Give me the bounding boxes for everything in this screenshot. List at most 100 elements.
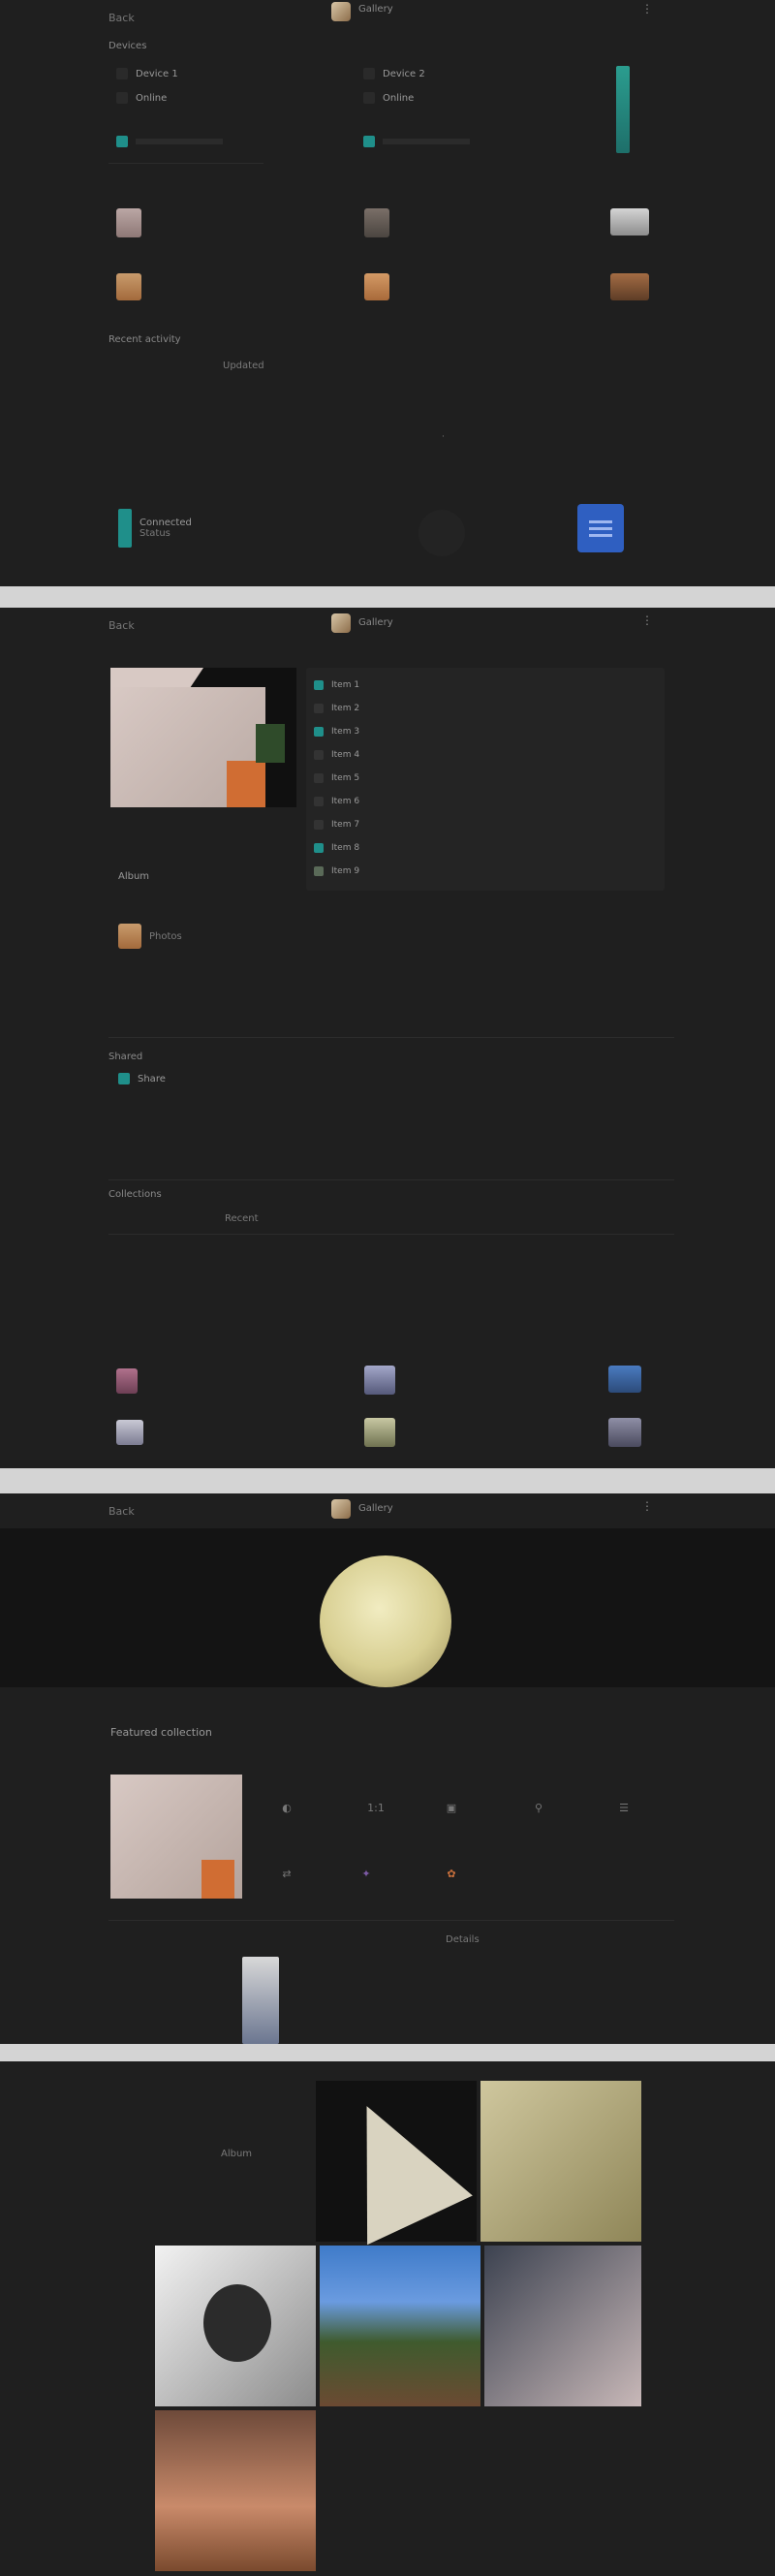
list-item[interactable]: Item 5 bbox=[306, 767, 665, 790]
details-label[interactable]: Details bbox=[446, 1934, 480, 1945]
list-button[interactable] bbox=[577, 504, 624, 552]
collections-label: Collections bbox=[108, 1189, 162, 1200]
list-icon bbox=[589, 526, 612, 530]
thumbnail[interactable] bbox=[364, 1418, 395, 1447]
device-icon bbox=[363, 68, 375, 79]
device-row-2[interactable]: Device 2 bbox=[363, 68, 425, 79]
thumbnail[interactable] bbox=[116, 1368, 138, 1394]
ratio-icon[interactable]: 1:1 bbox=[356, 1802, 395, 1815]
share-label: Share bbox=[138, 1073, 166, 1084]
thumbnail[interactable] bbox=[364, 273, 389, 300]
sparkle-icon[interactable]: ✦ bbox=[356, 1868, 376, 1881]
thumbnail[interactable] bbox=[608, 1366, 641, 1393]
device-row-1[interactable]: Device 1 bbox=[116, 68, 178, 79]
thumbnail[interactable] bbox=[116, 208, 141, 237]
thumbnail[interactable] bbox=[364, 208, 389, 237]
device-sub: Online bbox=[383, 92, 415, 104]
top-bar: Back Gallery ⋮ bbox=[0, 0, 775, 35]
list-item[interactable]: Item 1 bbox=[306, 674, 665, 697]
collection-heading: Featured collection bbox=[110, 1726, 212, 1739]
album-thumb bbox=[118, 924, 141, 949]
contrast-icon[interactable]: ◐ bbox=[277, 1802, 296, 1815]
collections-sub: Recent bbox=[225, 1213, 259, 1224]
cover-green bbox=[256, 724, 285, 763]
divider bbox=[108, 163, 264, 164]
list-item[interactable]: Item 3 bbox=[306, 720, 665, 743]
item-label: Item 6 bbox=[331, 797, 360, 806]
level-bar bbox=[616, 66, 630, 153]
connected-sub: Status bbox=[140, 528, 170, 539]
footer-sub: Updated bbox=[223, 361, 264, 371]
top-bar: Back Gallery ⋮ bbox=[0, 608, 775, 643]
item-icon bbox=[314, 750, 324, 760]
item-label: Item 2 bbox=[331, 704, 360, 713]
list-item[interactable]: Item 2 bbox=[306, 697, 665, 720]
list-item[interactable]: Item 8 bbox=[306, 836, 665, 860]
back-button[interactable]: Back bbox=[108, 12, 135, 24]
album-row[interactable]: Photos bbox=[118, 924, 182, 949]
photo-tile[interactable] bbox=[484, 2246, 641, 2406]
app-icon bbox=[331, 2, 351, 21]
divider bbox=[108, 1037, 674, 1038]
device-label: Device 2 bbox=[383, 68, 425, 79]
thumbnail[interactable] bbox=[116, 1420, 143, 1445]
item-label: Item 9 bbox=[331, 866, 360, 876]
list-item[interactable]: Item 4 bbox=[306, 743, 665, 767]
thumbnail[interactable] bbox=[608, 1418, 641, 1447]
swap-icon[interactable]: ⇄ bbox=[277, 1868, 296, 1881]
section-label: Devices bbox=[108, 41, 147, 51]
photo-tile[interactable] bbox=[480, 2081, 641, 2242]
status-bar bbox=[136, 139, 223, 144]
item-label: Item 8 bbox=[331, 843, 360, 853]
list-item[interactable]: Item 9 bbox=[306, 860, 665, 883]
thumbnail[interactable] bbox=[364, 1366, 395, 1395]
thumbnail[interactable] bbox=[610, 208, 649, 236]
thumbnail[interactable] bbox=[610, 273, 649, 300]
item-label: Item 1 bbox=[331, 680, 360, 690]
list-item[interactable]: Item 6 bbox=[306, 790, 665, 813]
device-row-1c bbox=[116, 136, 223, 147]
item-icon bbox=[314, 680, 324, 690]
preview-image[interactable] bbox=[242, 1957, 279, 2044]
divider bbox=[108, 1234, 674, 1235]
screen-2: Back Gallery ⋮ Album Photos Item 1 Item … bbox=[0, 608, 775, 1468]
item-label: Item 4 bbox=[331, 750, 360, 760]
photo-tile[interactable] bbox=[320, 2246, 480, 2406]
album-cover[interactable] bbox=[110, 668, 296, 807]
menu-icon[interactable]: ⋮ bbox=[641, 2, 659, 17]
menu-icon[interactable]: ⋮ bbox=[641, 613, 659, 629]
device-row-2b: Online bbox=[363, 92, 414, 104]
photo-tile[interactable] bbox=[155, 2246, 316, 2406]
app-title: Gallery bbox=[358, 617, 393, 628]
item-icon bbox=[314, 843, 324, 853]
item-icon bbox=[314, 866, 324, 876]
connected-row[interactable]: Connected Status bbox=[118, 509, 192, 548]
thumbnail[interactable] bbox=[116, 273, 141, 300]
list-icon[interactable]: ☰ bbox=[614, 1802, 634, 1815]
back-button[interactable]: Back bbox=[108, 1505, 135, 1518]
flower-icon[interactable]: ✿ bbox=[442, 1868, 461, 1881]
item-list: Item 1 Item 2 Item 3 Item 4 Item 5 Item … bbox=[306, 668, 665, 891]
photo-tile[interactable] bbox=[155, 2410, 316, 2571]
item-icon bbox=[314, 704, 324, 713]
hero-coin bbox=[320, 1555, 451, 1687]
photo-tile[interactable] bbox=[314, 2081, 477, 2246]
item-label: Item 7 bbox=[331, 820, 360, 830]
back-button[interactable]: Back bbox=[108, 619, 135, 632]
search-icon[interactable]: ⚲ bbox=[529, 1802, 548, 1815]
app-title: Gallery bbox=[358, 4, 393, 15]
device-row-2c bbox=[363, 136, 470, 147]
photo-shape bbox=[314, 2081, 473, 2246]
list-item[interactable]: Item 7 bbox=[306, 813, 665, 836]
menu-icon[interactable]: ⋮ bbox=[641, 1499, 659, 1515]
device-icon bbox=[116, 92, 128, 104]
collection-cover[interactable] bbox=[110, 1775, 242, 1899]
frame-icon[interactable]: ▣ bbox=[442, 1802, 461, 1815]
record-button[interactable] bbox=[418, 510, 465, 556]
divider bbox=[108, 1920, 674, 1921]
share-row[interactable]: Share bbox=[118, 1073, 166, 1084]
shared-label: Shared bbox=[108, 1052, 143, 1062]
app-icon bbox=[331, 613, 351, 633]
album-title: Album bbox=[118, 871, 150, 882]
screen-4: Album bbox=[0, 2061, 775, 2576]
